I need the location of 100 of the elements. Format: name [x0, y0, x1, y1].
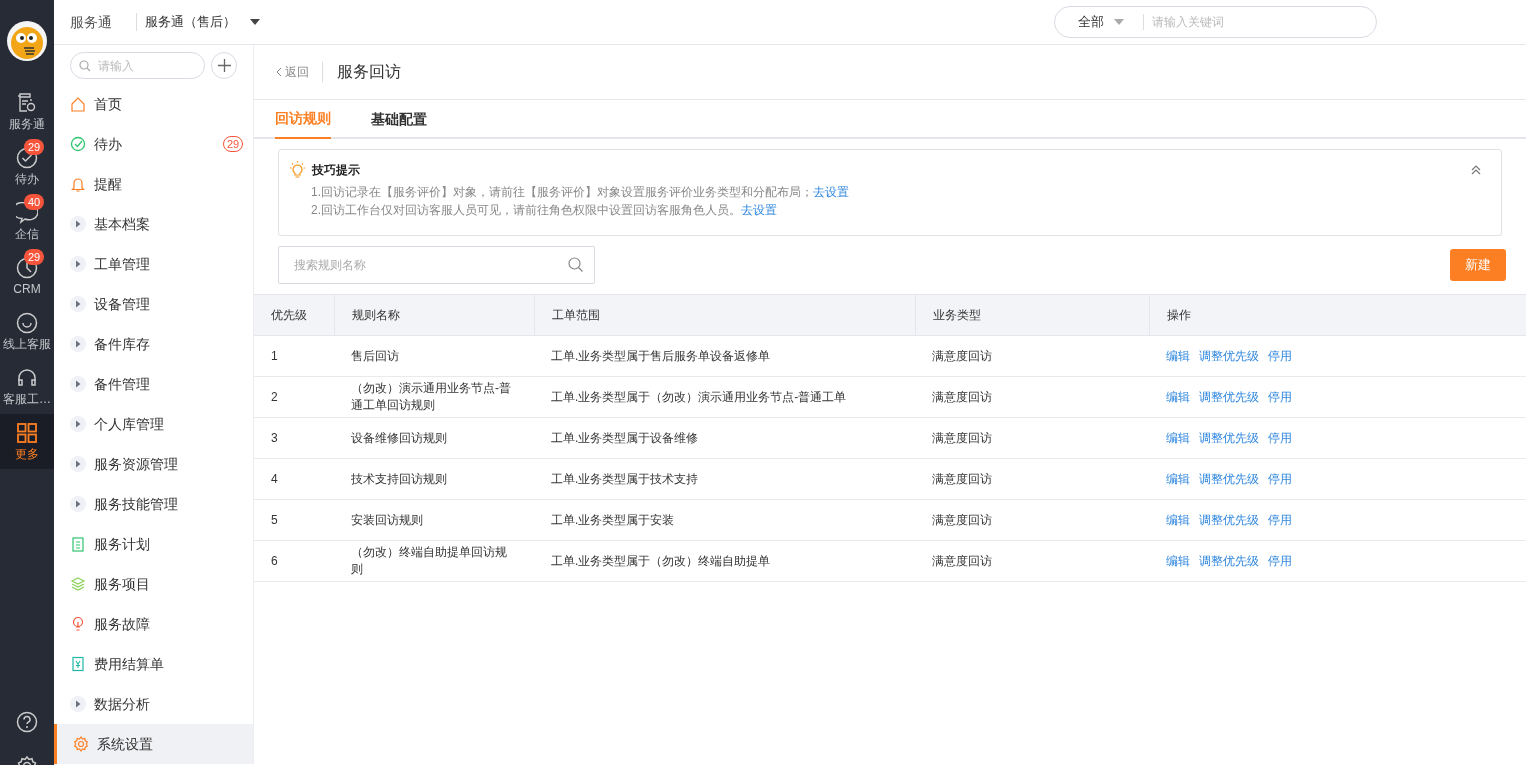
- table-cell-text: 工单.业务类型属于（勿改）演示通用业务节点-普通工单: [551, 389, 847, 406]
- action-link[interactable]: 停用: [1268, 347, 1292, 365]
- sidebar-item[interactable]: 服务故障: [54, 604, 253, 644]
- action-link[interactable]: 调整优先级: [1199, 470, 1259, 488]
- settings-link[interactable]: 去设置: [741, 203, 777, 217]
- sidebar-item[interactable]: 服务技能管理: [54, 484, 253, 524]
- sidebar-item[interactable]: 服务项目: [54, 564, 253, 604]
- sidebar-item[interactable]: 备件管理: [54, 364, 253, 404]
- sidebar-item[interactable]: 费用结算单: [54, 644, 253, 684]
- sidebar-item[interactable]: 备件库存: [54, 324, 253, 364]
- table-cell-text: 满意度回访: [932, 553, 992, 570]
- count-badge: 29: [24, 249, 44, 265]
- rule-search-field[interactable]: 搜索规则名称: [278, 246, 595, 284]
- column-header: 优先级: [270, 307, 308, 324]
- app-name: 服务通: [70, 12, 112, 32]
- table-cell-text: 满意度回访: [932, 512, 992, 529]
- table-cell: 设备维修回访规则: [351, 429, 447, 447]
- column-header: 工单范围: [534, 295, 915, 335]
- check-circle-icon: [70, 136, 86, 152]
- table-cell-text: 满意度回访: [932, 348, 992, 365]
- nav-rail-item[interactable]: CRM 29: [0, 249, 54, 304]
- help-icon[interactable]: [16, 711, 38, 733]
- plus-icon: [217, 59, 231, 72]
- search-icon: [568, 257, 583, 272]
- caret-icon: [1114, 19, 1124, 25]
- nav-rail-item[interactable]: 待办 29: [0, 139, 54, 194]
- action-link[interactable]: 停用: [1268, 511, 1292, 529]
- table-cell-text: 满意度回访: [932, 471, 992, 488]
- action-link[interactable]: 停用: [1268, 552, 1292, 570]
- action-link[interactable]: 调整优先级: [1199, 388, 1259, 406]
- table-cell-text: 满意度回访: [932, 430, 992, 447]
- action-link[interactable]: 调整优先级: [1199, 511, 1259, 529]
- page-title: 服务回访: [337, 62, 401, 82]
- action-link[interactable]: 调整优先级: [1199, 429, 1259, 447]
- action-link[interactable]: 调整优先级: [1199, 347, 1259, 365]
- sidebar-item[interactable]: 个人库管理: [54, 404, 253, 444]
- table-cell-text: 满意度回访: [932, 389, 992, 406]
- tab[interactable]: 基础配置: [371, 100, 427, 139]
- table-cell-text: 4: [271, 471, 278, 488]
- app-switcher[interactable]: 服务通（售后）: [145, 12, 260, 32]
- grid-icon: [16, 422, 38, 444]
- chevron-left-icon: [276, 67, 282, 77]
- table-cell: 技术支持回访规则: [351, 470, 447, 488]
- table-cell-text: 工单.业务类型属于技术支持: [551, 471, 699, 488]
- action-link[interactable]: 调整优先级: [1199, 552, 1259, 570]
- count-badge: 40: [24, 194, 44, 210]
- count-badge: 29: [24, 139, 44, 155]
- sidebar-item[interactable]: 待办 29: [54, 124, 253, 164]
- sidebar-item[interactable]: 首页: [54, 84, 253, 124]
- table-cell-text: 工单.业务类型属于设备维修: [551, 430, 699, 447]
- mascot-logo-icon: [6, 20, 48, 62]
- column-header: 操作: [1149, 295, 1526, 335]
- action-link[interactable]: 编辑: [1166, 388, 1190, 406]
- lightbulb-icon: [70, 616, 86, 632]
- nav-rail-item[interactable]: 客服工…: [0, 359, 54, 414]
- gear-icon: [73, 736, 89, 752]
- action-link[interactable]: 编辑: [1166, 429, 1190, 447]
- action-link[interactable]: 编辑: [1166, 347, 1190, 365]
- collapse-icon[interactable]: [1471, 165, 1481, 175]
- clipboard-wrench-icon: [16, 92, 38, 114]
- action-link[interactable]: 停用: [1268, 429, 1292, 447]
- sidebar-item[interactable]: 服务计划: [54, 524, 253, 564]
- tips-title: 技巧提示: [312, 162, 360, 179]
- caret-icon: [250, 19, 260, 25]
- back-link[interactable]: 返回: [276, 63, 309, 81]
- table-cell-text: 工单.业务类型属于售后服务单设备返修单: [551, 348, 771, 365]
- column-header: 规则名称: [334, 295, 534, 335]
- table-cell-text: 5: [271, 512, 278, 529]
- table-cell: 安装回访规则: [351, 511, 423, 529]
- sidebar-item[interactable]: 数据分析: [54, 684, 253, 724]
- receipt-icon: [70, 656, 86, 672]
- search-icon: [79, 60, 91, 72]
- scope-select[interactable]: 全部: [1078, 12, 1104, 32]
- action-link[interactable]: 编辑: [1166, 470, 1190, 488]
- clipboard-list-icon: [70, 536, 86, 552]
- bell-icon: [70, 176, 86, 192]
- settings-link[interactable]: 去设置: [813, 185, 849, 199]
- sidebar-item[interactable]: 提醒: [54, 164, 253, 204]
- nav-rail-item[interactable]: 服务通: [0, 84, 54, 139]
- sidebar-item[interactable]: 服务资源管理: [54, 444, 253, 484]
- table-cell-text: （勿改）终端自助提单回访规则: [351, 544, 508, 578]
- sidebar-search-field[interactable]: 请输入: [70, 52, 205, 79]
- sidebar-item[interactable]: 系统设置: [54, 724, 253, 764]
- table-cell-text: 6: [271, 553, 278, 570]
- action-link[interactable]: 编辑: [1166, 552, 1190, 570]
- action-link[interactable]: 编辑: [1166, 511, 1190, 529]
- action-link[interactable]: 停用: [1268, 388, 1292, 406]
- house-icon: [70, 96, 86, 112]
- nav-rail-item[interactable]: 更多: [0, 414, 54, 469]
- smile-icon: [16, 312, 38, 334]
- sidebar-item[interactable]: 工单管理: [54, 244, 253, 284]
- tip-text: 1.回访记录在【服务评价】对象，请前往【服务评价】对象设置服务评价业务类型和分配布局；去设置: [311, 184, 850, 201]
- sidebar-item[interactable]: 基本档案: [54, 204, 253, 244]
- layers-icon: [70, 576, 86, 592]
- action-link[interactable]: 停用: [1268, 470, 1292, 488]
- table-cell: 售后回访: [351, 347, 399, 365]
- nav-rail-item[interactable]: 企信 40: [0, 194, 54, 249]
- tip-text: 2.回访工作台仅对回访客服人员可见，请前往角色权限中设置回访客服角色人员。去设置: [311, 202, 778, 219]
- sidebar-item[interactable]: 设备管理: [54, 284, 253, 324]
- nav-rail-item[interactable]: 线上客服: [0, 304, 54, 359]
